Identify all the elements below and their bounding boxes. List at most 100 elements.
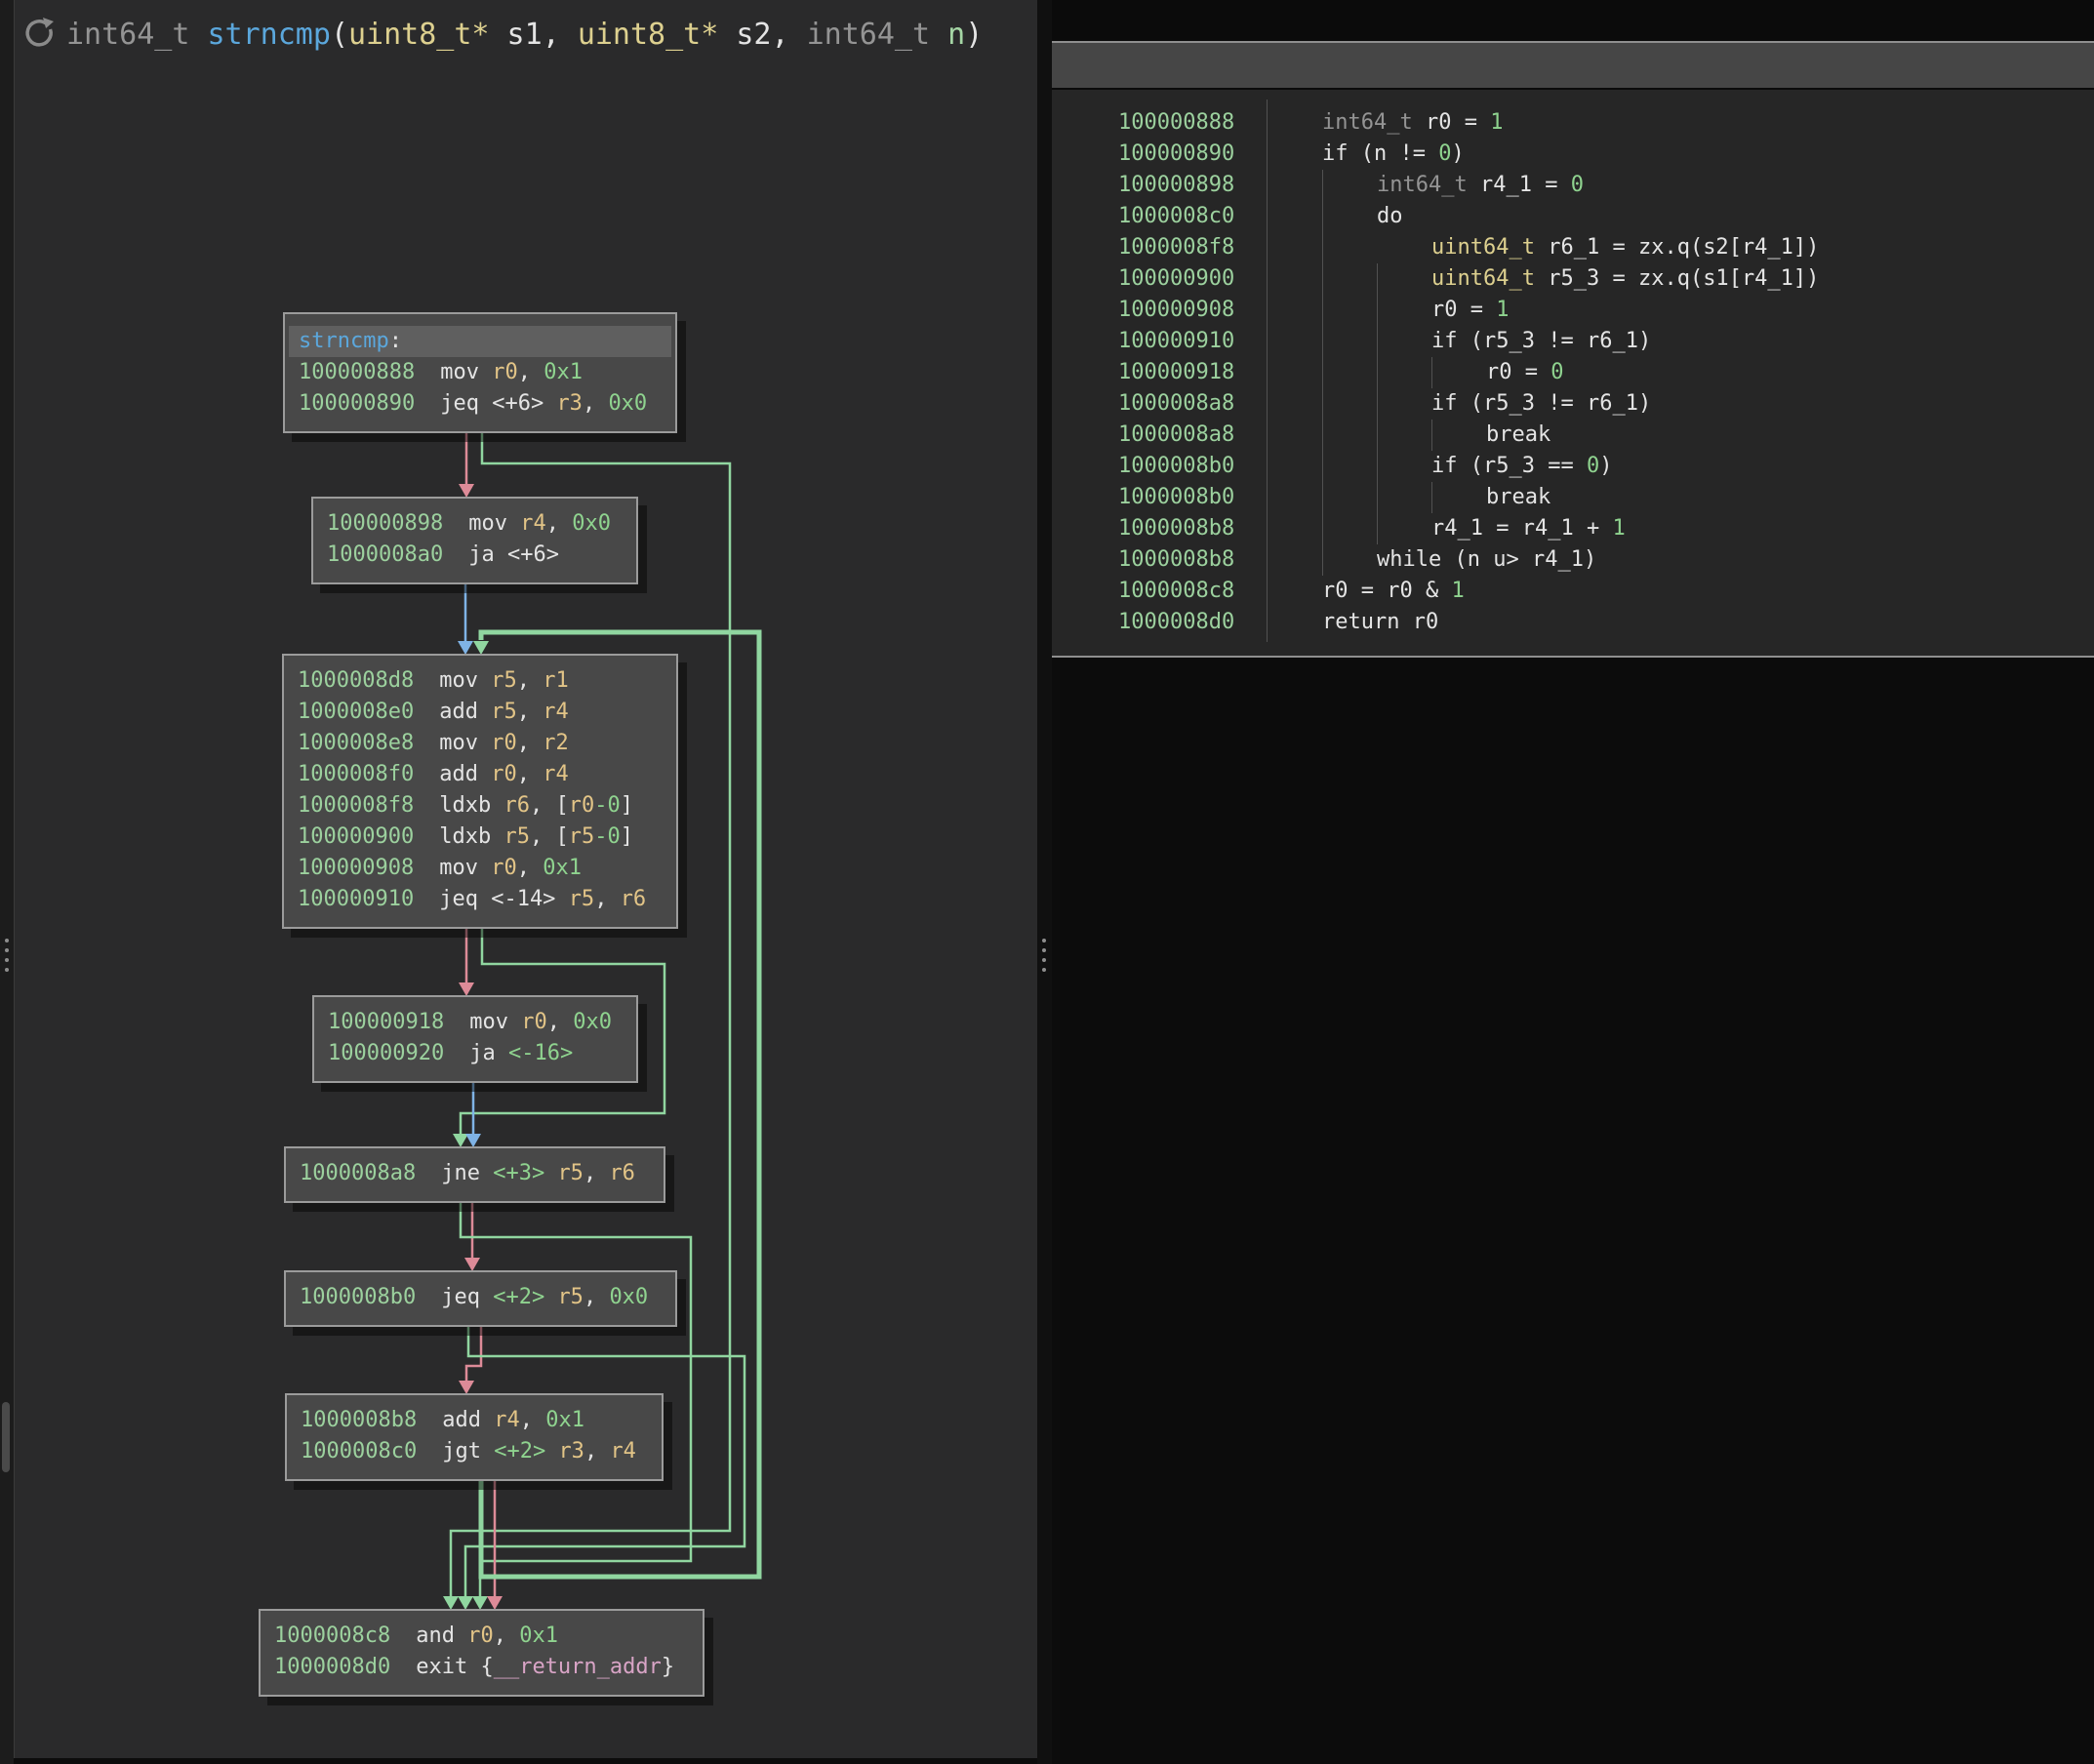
function-signature[interactable]: int64_t strncmp(uint8_t* s1, uint8_t* s2…	[66, 18, 983, 52]
code-token[interactable]: 0x0	[608, 391, 647, 416]
code-token[interactable]: r0	[491, 856, 517, 880]
instruction-row[interactable]: 100000900ldxb r5, [r5-0]	[284, 822, 676, 853]
code-token[interactable]: jeq	[439, 887, 491, 911]
code-token[interactable]: r4	[543, 762, 569, 786]
code-token[interactable]: mov	[439, 668, 491, 693]
code-token[interactable]: , [	[530, 793, 569, 818]
instruction-address[interactable]: 1000008b0	[300, 1285, 416, 1309]
code-token[interactable]: uint8_t*	[578, 18, 719, 52]
code-token[interactable]: , [	[530, 824, 569, 849]
code-token[interactable]: 0	[1438, 141, 1451, 166]
code-token[interactable]: mov	[439, 856, 491, 880]
code-token[interactable]: r0	[467, 1624, 494, 1648]
code-token[interactable]: r2	[543, 731, 569, 755]
code-token[interactable]	[544, 1285, 557, 1309]
instruction-address[interactable]: 100000900	[298, 824, 414, 849]
hlil-line[interactable]: 100000900uint64_t r5_3 = zx.q(s1[r4_1])	[1052, 263, 2094, 295]
code-token[interactable]: r4_1	[1522, 516, 1574, 541]
code-token[interactable]: uint64_t	[1431, 266, 1548, 291]
code-token[interactable]: 1	[1496, 298, 1509, 322]
code-token[interactable]: ,	[517, 668, 544, 693]
code-token[interactable]: r4_1	[1431, 516, 1483, 541]
code-token[interactable]: )	[1451, 141, 1464, 166]
code-token[interactable]: r0	[569, 793, 595, 818]
hlil-line[interactable]: 100000910if (r5_3 != r6_1)	[1052, 326, 2094, 357]
hlil-line-address[interactable]: 1000008b0	[1118, 451, 1234, 482]
code-token[interactable]: ldxb	[439, 824, 503, 849]
code-token[interactable]: =	[1532, 173, 1571, 197]
code-token[interactable]: ,	[547, 1010, 574, 1034]
code-token[interactable]: r0	[491, 762, 517, 786]
instruction-row[interactable]: 1000008d8mov r5, r1	[284, 665, 676, 697]
code-token[interactable]: r0	[492, 360, 518, 384]
code-token[interactable]: int64_t	[66, 18, 208, 52]
basic-block-100000888[interactable]: strncmp:100000888mov r0, 0x1100000890jeq…	[283, 312, 677, 433]
code-token[interactable]: r4_1	[1532, 547, 1584, 572]
hlil-line[interactable]: 1000008d0return r0	[1052, 607, 2094, 638]
vertical-scrollbar-thumb[interactable]	[2, 1402, 10, 1472]
instruction-address[interactable]: 1000008d0	[274, 1655, 390, 1679]
code-token[interactable]: ]	[621, 793, 633, 818]
instruction-address[interactable]: 100000910	[298, 887, 414, 911]
hlil-line[interactable]: 1000008b0if (r5_3 == 0)	[1052, 451, 2094, 482]
code-token[interactable]: +	[1574, 516, 1613, 541]
code-token[interactable]: r0	[491, 731, 517, 755]
code-token[interactable]: mov	[469, 1010, 521, 1034]
instruction-address[interactable]: 100000890	[299, 391, 415, 416]
code-token[interactable]: s2	[718, 18, 771, 52]
code-token[interactable]: ,	[520, 1408, 546, 1432]
pane-resize-grip-left[interactable]	[5, 939, 9, 972]
code-token[interactable]: s1	[490, 18, 543, 52]
code-token[interactable]: break	[1486, 485, 1550, 509]
code-token[interactable]: ,	[517, 731, 544, 755]
code-token[interactable]: r0	[521, 1010, 547, 1034]
code-token[interactable]: r4	[543, 700, 569, 724]
code-token[interactable]: ,	[772, 18, 807, 52]
code-token[interactable]: r0	[1387, 579, 1413, 603]
code-token[interactable]: if (	[1431, 329, 1483, 353]
instruction-address[interactable]: 1000008c0	[301, 1439, 417, 1463]
code-token[interactable]: r6	[503, 793, 530, 818]
hlil-line-address[interactable]: 1000008d0	[1118, 607, 1234, 638]
code-token[interactable]: [	[1729, 235, 1742, 260]
code-token[interactable]: r5	[491, 700, 517, 724]
code-token[interactable]: uint8_t*	[348, 18, 490, 52]
code-token[interactable]: int64_t	[807, 18, 948, 52]
code-token[interactable]: &	[1413, 579, 1452, 603]
code-token[interactable]: ,	[494, 1624, 520, 1648]
code-token[interactable]	[544, 1161, 557, 1185]
code-token[interactable]: r6	[621, 887, 647, 911]
code-token[interactable]: -0	[594, 824, 621, 849]
instruction-row[interactable]: 1000008b8add r4, 0x1	[287, 1405, 662, 1436]
code-token[interactable]: n	[1374, 141, 1387, 166]
code-token[interactable]: s2	[1703, 235, 1729, 260]
code-token[interactable]: {	[480, 1655, 493, 1679]
hlil-line-address[interactable]: 100000918	[1118, 357, 1234, 388]
code-token[interactable]: ,	[594, 887, 621, 911]
basic-block-100000898[interactable]: 100000898mov r4, 0x01000008a0ja <+6>	[311, 497, 638, 584]
reload-icon[interactable]	[20, 16, 57, 53]
hlil-line-address[interactable]: 100000890	[1118, 139, 1234, 170]
code-token[interactable]: add	[439, 700, 491, 724]
code-token[interactable]	[544, 391, 556, 416]
hlil-line-address[interactable]: 100000908	[1118, 295, 1234, 326]
instruction-address[interactable]: 1000008a8	[300, 1161, 416, 1185]
basic-block-1000008a8[interactable]: 1000008a8jne <+3> r5, r6	[284, 1146, 665, 1203]
instruction-address[interactable]: 100000918	[328, 1010, 444, 1034]
code-token[interactable]: =	[1458, 298, 1497, 322]
code-token[interactable]: <-14>	[491, 887, 555, 911]
instruction-row[interactable]: 1000008e0add r5, r4	[284, 697, 676, 728]
code-token[interactable]: int64_t	[1322, 110, 1426, 135]
code-token[interactable]: r0	[1486, 360, 1512, 384]
code-token[interactable]: while (	[1377, 547, 1468, 572]
pane-resize-grip-splitter[interactable]	[1042, 939, 1046, 972]
hlil-line-address[interactable]: 1000008f8	[1118, 232, 1234, 263]
hlil-line-address[interactable]: 1000008c8	[1118, 576, 1234, 607]
code-token[interactable]: r1	[543, 668, 569, 693]
code-token[interactable]	[545, 1439, 558, 1463]
basic-block-1000008d8[interactable]: 1000008d8mov r5, r11000008e0add r5, r4 10…	[282, 654, 678, 929]
instruction-row[interactable]: 100000898mov r4, 0x0	[313, 508, 636, 540]
instruction-address[interactable]: 100000920	[328, 1041, 444, 1065]
hlil-line-address[interactable]: 1000008b0	[1118, 482, 1234, 513]
code-token[interactable]: 0x1	[545, 1408, 584, 1432]
